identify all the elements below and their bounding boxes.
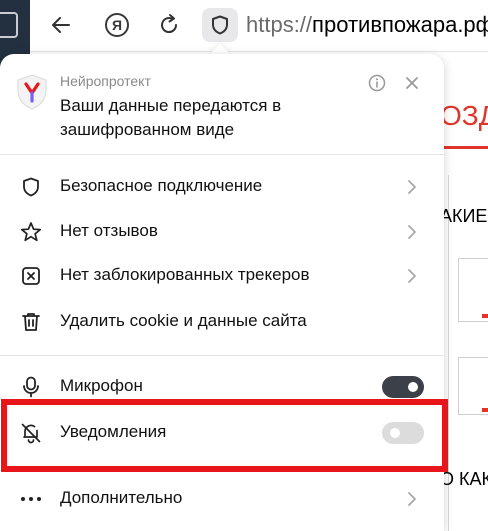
shield-icon [212,15,228,35]
highlight-box [1,399,448,472]
shield-icon [23,177,39,197]
url-host: противпожара.рф/ [312,12,488,37]
item-label: Удалить cookie и данные сайта [60,311,307,330]
microphone-toggle[interactable] [382,376,424,398]
panel-brand: Нейропротект [60,73,151,89]
yandex-button[interactable]: Я [102,10,132,40]
close-icon [406,77,418,89]
secure-connection-item[interactable]: Безопасное подключение [0,165,444,209]
address-bar[interactable]: https://противпожара.рф/ [246,12,488,38]
tab-icon[interactable] [0,12,18,38]
site-security-button[interactable] [202,8,238,42]
item-label: Микрофон [60,376,143,395]
delete-cookies-item[interactable]: Удалить cookie и данные сайта [0,300,444,344]
item-label: Безопасное подключение [60,176,263,195]
chevron-right-icon [408,492,416,506]
security-message: Ваши данные передаются в зашифрованном в… [60,96,282,139]
toggle-knob [408,382,418,392]
chevron-right-icon [408,180,416,194]
neuroprotect-logo-icon [17,74,47,110]
chevron-right-icon [408,225,416,239]
trackers-item[interactable]: Нет заблокированных трекеров [0,254,444,298]
back-arrow-icon [52,17,70,33]
heading-underline [440,146,488,149]
divider [0,154,444,155]
page-red-mark [482,408,488,412]
info-icon [368,74,386,92]
microphone-icon [23,376,39,398]
reload-icon [161,14,178,34]
page-text: О КАК [440,469,488,489]
close-button[interactable] [401,72,423,94]
more-dots-icon [21,497,41,501]
star-icon [20,222,42,242]
item-label: Нет отзывов [60,221,158,240]
reload-button[interactable] [154,10,184,40]
browser-toolbar: Я https://противпожара.рф/ [30,0,488,52]
tracker-block-icon [22,267,40,285]
reviews-item[interactable]: Нет отзывов [0,210,444,254]
trash-icon [22,313,40,331]
item-label: Дополнительно [60,488,183,507]
info-button[interactable] [366,72,388,94]
page-red-mark [482,314,488,318]
page-image-box [458,258,488,322]
yandex-icon: Я [105,13,129,37]
url-scheme: https:// [246,12,313,37]
divider [0,355,444,356]
item-label: Нет заблокированных трекеров [60,265,310,284]
page-heading: ОЗД [440,100,488,131]
more-settings-item[interactable]: Дополнительно [0,477,444,521]
page-text: АКИЕ [440,206,488,226]
page-image-box [458,357,488,415]
back-button[interactable] [46,10,76,40]
chevron-right-icon [408,269,416,283]
